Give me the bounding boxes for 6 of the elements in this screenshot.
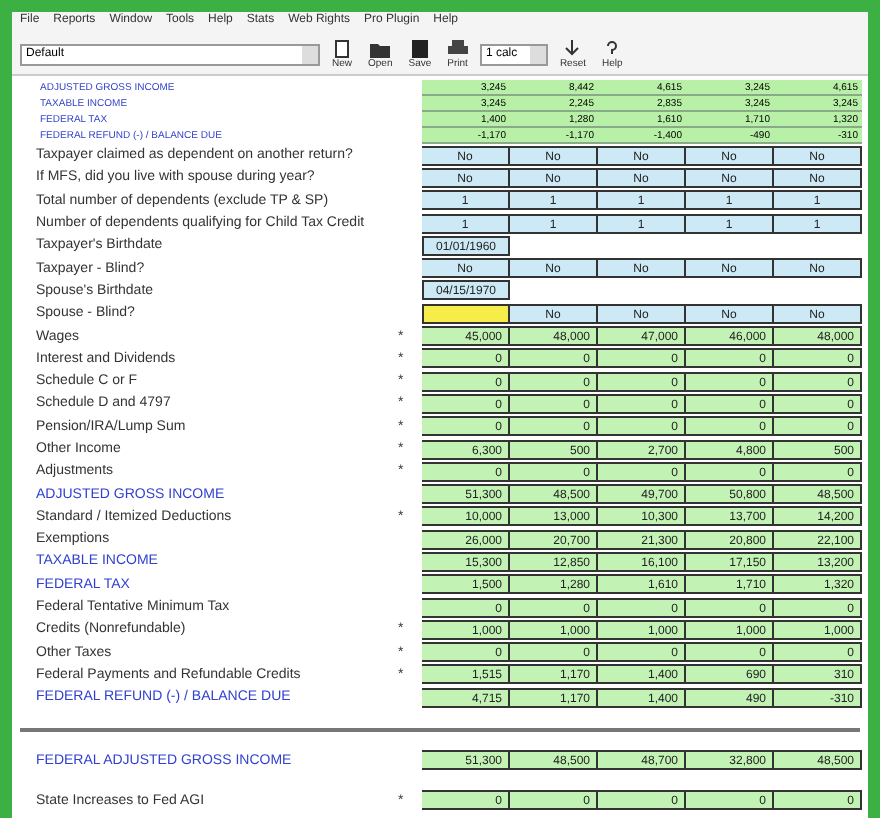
selected-cell[interactable] [422, 303, 510, 324]
help-icon [602, 39, 623, 57]
page-icon [332, 39, 352, 57]
printer-icon [447, 39, 468, 57]
down-arrow-icon [562, 39, 583, 57]
folder-icon [370, 39, 391, 57]
